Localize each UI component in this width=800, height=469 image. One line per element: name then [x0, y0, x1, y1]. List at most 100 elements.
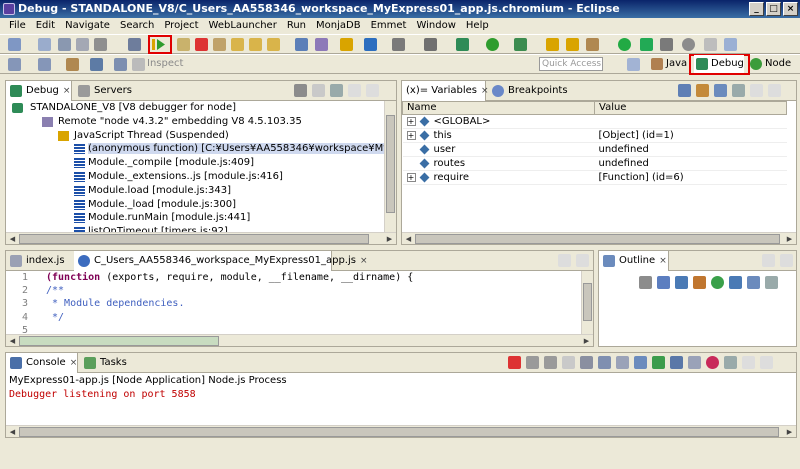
- hide-fields-icon[interactable]: [675, 276, 688, 289]
- debug-horizontal-scrollbar[interactable]: ◀ ▶: [6, 232, 396, 244]
- maximize-button[interactable]: □: [766, 2, 781, 16]
- code-editor[interactable]: 1 (function (exports, require, module, __…: [6, 271, 581, 336]
- maximize-view-icon[interactable]: [780, 254, 793, 267]
- menu-search[interactable]: Search: [115, 18, 159, 34]
- editor-horizontal-scrollbar[interactable]: ◀ ▶: [6, 334, 593, 346]
- tab-debug[interactable]: Debug ×: [6, 81, 72, 101]
- step-into-icon[interactable]: [231, 38, 244, 51]
- view-menu-icon[interactable]: [765, 276, 778, 289]
- bookmarks-icon[interactable]: [724, 38, 737, 51]
- tab-console[interactable]: Console ×: [6, 353, 78, 373]
- external-tools-icon[interactable]: [514, 38, 527, 51]
- skip-breakpoints-icon[interactable]: [128, 38, 141, 51]
- remove-terminated-icon[interactable]: [294, 84, 307, 97]
- tab-outline[interactable]: Outline ×: [599, 251, 669, 271]
- tree-item-thread[interactable]: JavaScript Thread (Suspended): [6, 129, 396, 143]
- menu-monjadb[interactable]: MonjaDB: [311, 18, 366, 34]
- variables-hscroll-thumb[interactable]: [415, 234, 780, 244]
- tab-tasks[interactable]: Tasks: [80, 353, 140, 373]
- scroll-left-icon[interactable]: ◀: [7, 427, 18, 437]
- console-horizontal-scrollbar[interactable]: ◀ ▶: [6, 425, 796, 437]
- close-outline-tab-icon[interactable]: ×: [659, 256, 667, 266]
- chrome-dev-icon[interactable]: [706, 356, 719, 369]
- expand-icon[interactable]: +: [406, 130, 416, 140]
- stack-frame[interactable]: Module.runMain [module.js:441]: [6, 211, 396, 225]
- terminate-icon[interactable]: [508, 356, 521, 369]
- pen-icon[interactable]: [586, 38, 599, 51]
- show-type-names-icon[interactable]: [678, 84, 691, 97]
- debug-vertical-scrollbar[interactable]: [384, 101, 396, 232]
- disconnect-icon[interactable]: [213, 38, 226, 51]
- collapse-all-icon[interactable]: [714, 84, 727, 97]
- editor-vscroll-thumb[interactable]: [583, 283, 592, 321]
- remove-launch-icon[interactable]: [526, 356, 539, 369]
- console-hscroll-thumb[interactable]: [19, 427, 779, 437]
- tab-app-js[interactable]: C_Users_AA558346_workspace_MyExpress01_a…: [74, 251, 368, 271]
- weblauncher-icon[interactable]: [340, 38, 353, 51]
- close-editor-tab-icon[interactable]: ×: [360, 256, 368, 266]
- tree-item-target[interactable]: Remote "node v4.3.2" embedding V8 4.5.10…: [6, 115, 396, 129]
- column-header-value[interactable]: Value: [594, 101, 787, 115]
- open-folder-icon[interactable]: [546, 38, 559, 51]
- column-header-name[interactable]: Name: [402, 101, 595, 115]
- maximize-view-icon[interactable]: [760, 356, 773, 369]
- link-with-editor-icon[interactable]: [747, 276, 760, 289]
- gear-icon[interactable]: [424, 38, 437, 51]
- open-console-icon[interactable]: [688, 356, 701, 369]
- scroll-right-icon[interactable]: ▶: [581, 336, 592, 346]
- variable-row[interactable]: + <GLOBAL>: [402, 114, 787, 129]
- suspend-icon[interactable]: [177, 38, 190, 51]
- minimize-view-icon[interactable]: [742, 356, 755, 369]
- menu-navigate[interactable]: Navigate: [60, 18, 115, 34]
- inspect-icon[interactable]: [132, 58, 145, 71]
- maximize-editor-icon[interactable]: [576, 254, 589, 267]
- scroll-left-icon[interactable]: ◀: [7, 234, 18, 244]
- use-step-filters-icon[interactable]: [295, 38, 308, 51]
- hide-static-icon[interactable]: [693, 276, 706, 289]
- variable-row[interactable]: user undefined: [402, 142, 787, 157]
- hide-local-types-icon[interactable]: [729, 276, 742, 289]
- save-all-icon[interactable]: [76, 38, 89, 51]
- scroll-left-icon[interactable]: ◀: [7, 336, 18, 346]
- view-menu-icon[interactable]: [724, 356, 737, 369]
- menu-help[interactable]: Help: [461, 18, 494, 34]
- menu-file[interactable]: File: [4, 18, 31, 34]
- tab-index-js[interactable]: index.js: [6, 251, 72, 271]
- perspective-java[interactable]: Java: [649, 55, 687, 73]
- debug-bug-icon[interactable]: [456, 38, 469, 51]
- close-button[interactable]: ×: [783, 2, 798, 16]
- new-icon[interactable]: [8, 38, 21, 51]
- menu-edit[interactable]: Edit: [31, 18, 60, 34]
- menu-window[interactable]: Window: [411, 18, 460, 34]
- editor-vertical-scrollbar[interactable]: [581, 271, 593, 334]
- collapse-icon[interactable]: [639, 276, 652, 289]
- stack-frame[interactable]: Module._extensions..js [module.js:416]: [6, 170, 396, 184]
- variable-row[interactable]: + require [Function] (id=6): [402, 170, 787, 185]
- back-icon[interactable]: [90, 58, 103, 71]
- minimize-button[interactable]: _: [749, 2, 764, 16]
- scroll-right-icon[interactable]: ▶: [784, 427, 795, 437]
- view-menu-icon[interactable]: [732, 84, 745, 97]
- green-square-icon[interactable]: [640, 38, 653, 51]
- scroll-left-icon[interactable]: ◀: [403, 234, 414, 244]
- scroll-lock-icon[interactable]: [598, 356, 611, 369]
- new-wizard-icon[interactable]: [38, 38, 51, 51]
- hide-nonpublic-icon[interactable]: [711, 276, 724, 289]
- next-annotation-icon[interactable]: [8, 58, 21, 71]
- camera-icon[interactable]: [392, 38, 405, 51]
- menu-weblauncher[interactable]: WebLauncher: [204, 18, 282, 34]
- close-debug-tab-icon[interactable]: ×: [63, 86, 71, 96]
- drop-to-frame-icon[interactable]: [315, 38, 328, 51]
- scroll-right-icon[interactable]: ▶: [384, 234, 395, 244]
- show-logical-structure-icon[interactable]: [696, 84, 709, 97]
- open-type-icon[interactable]: [566, 38, 579, 51]
- debug-hscroll-thumb[interactable]: [19, 234, 369, 244]
- menu-emmet[interactable]: Emmet: [366, 18, 412, 34]
- minimize-editor-icon[interactable]: [558, 254, 571, 267]
- close-console-tab-icon[interactable]: ×: [70, 358, 78, 368]
- variable-row[interactable]: + this [Object] (id=1): [402, 128, 787, 143]
- clear-console-icon[interactable]: [580, 356, 593, 369]
- view-menu-icon[interactable]: [330, 84, 343, 97]
- info-icon[interactable]: [364, 38, 377, 51]
- tree-item-launch[interactable]: STANDALONE_V8 [V8 debugger for node]: [6, 101, 396, 115]
